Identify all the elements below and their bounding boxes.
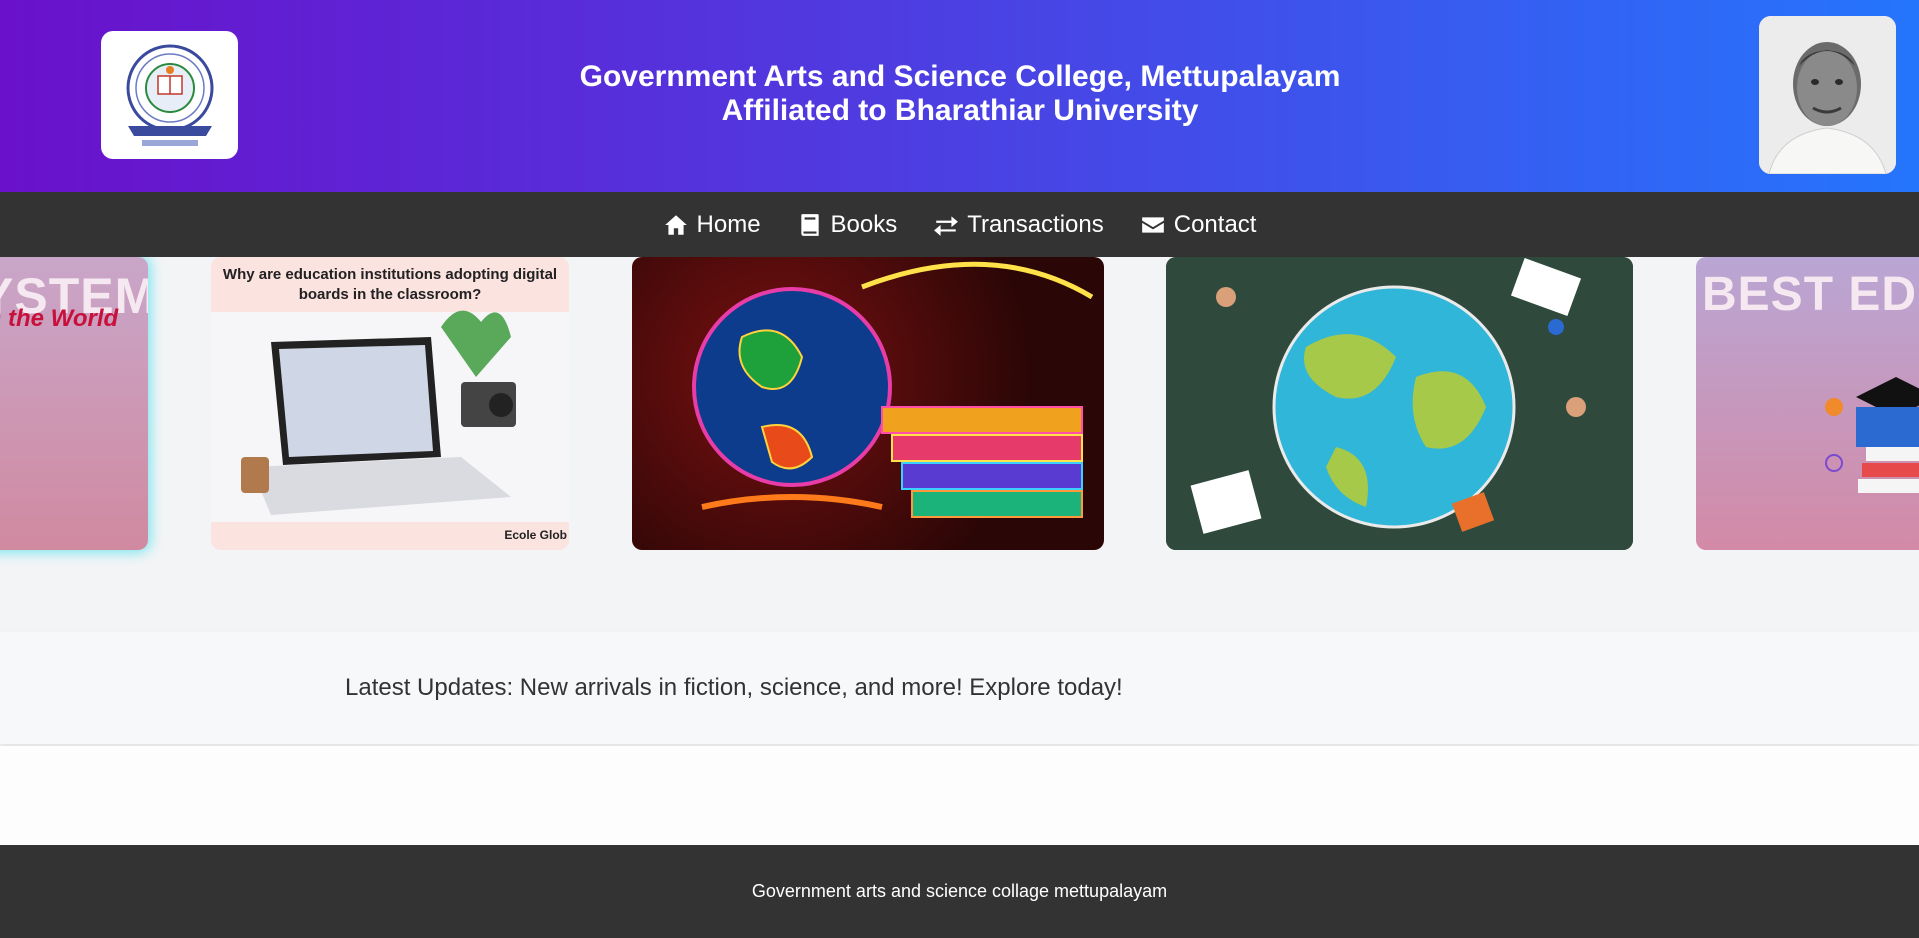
carousel-slide-neon-globe[interactable] — [632, 257, 1104, 550]
laptop-image — [211, 310, 569, 522]
world-globe-image — [1166, 257, 1633, 550]
carousel-slide-world-map[interactable] — [1166, 257, 1633, 550]
nav-transactions[interactable]: Transactions — [933, 211, 1104, 239]
brand-watermark: Ecole Glob — [504, 528, 567, 542]
site-header: Government Arts and Science College, Met… — [0, 0, 1919, 192]
carousel-slide-best-education[interactable]: BEST EDUCA — [1696, 257, 1919, 550]
nav-contact[interactable]: Contact — [1140, 210, 1257, 239]
content-spacer — [0, 746, 1919, 845]
portrait-photo — [1759, 16, 1896, 174]
portrait-icon — [1759, 16, 1896, 174]
slide-subheading: in the World — [0, 305, 119, 332]
envelope-icon — [1141, 216, 1164, 233]
college-emblem-icon — [126, 44, 213, 146]
footer-text: Government arts and science collage mett… — [751, 881, 1168, 901]
nav-home-label: Home — [696, 210, 761, 238]
latest-updates-bar: Latest Updates: New arrivals in fiction,… — [0, 632, 1919, 744]
nav-contact-label: Contact — [1173, 210, 1257, 238]
carousel-slide-education-system[interactable]: YSTEM in the World — [0, 257, 148, 550]
home-icon — [664, 214, 687, 235]
nav-transactions-label: Transactions — [967, 210, 1104, 238]
globe-books-image — [692, 261, 1094, 518]
book-icon — [800, 213, 819, 236]
latest-updates-text: Latest Updates: New arrivals in fiction,… — [345, 674, 1123, 701]
site-footer: Government arts and science collage mett… — [0, 845, 1919, 938]
nav-books[interactable]: Books — [797, 210, 898, 239]
books-graduation-image — [1825, 377, 1919, 493]
nav-books-label: Books — [830, 210, 898, 238]
college-title: Government Arts and Science College, Met… — [579, 60, 1341, 93]
main-navigation: Home Books Transactions Contact — [0, 192, 1919, 257]
exchange-icon — [934, 215, 959, 236]
image-carousel: YSTEM in the World Why are education ins… — [0, 257, 1919, 632]
college-logo — [101, 31, 238, 159]
affiliation-subtitle: Affiliated to Bharathiar University — [721, 94, 1199, 127]
nav-home[interactable]: Home — [663, 211, 761, 239]
carousel-slide-digital-boards[interactable]: Why are education institutions adopting … — [211, 257, 569, 550]
